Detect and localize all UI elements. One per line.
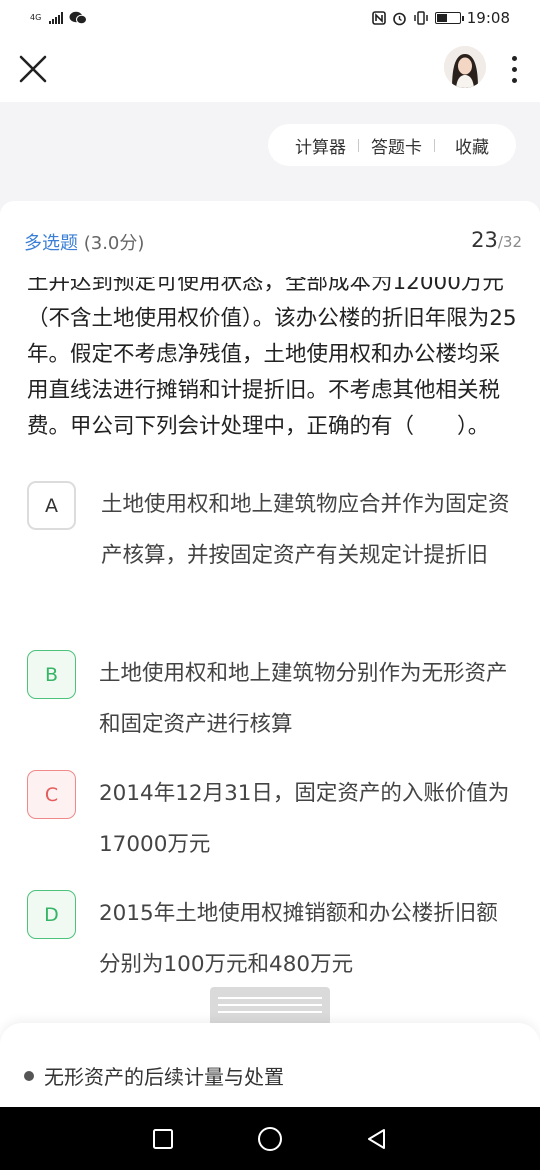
network-type: 4G — [30, 13, 42, 22]
question-type: 多选题 — [24, 233, 78, 254]
avatar[interactable] — [444, 46, 486, 88]
question-stem-text: 土并达到预定可使用状态，全部成本为12000万元（不含土地使用权价值）。该办公楼… — [27, 277, 517, 439]
avatar-image — [444, 46, 486, 88]
signal-icon — [49, 12, 64, 24]
knowledge-point-sheet[interactable]: 无形资产的后续计量与处置 — [0, 1023, 540, 1107]
question-progress: 23/32 — [471, 228, 522, 252]
more-options-button[interactable] — [500, 50, 528, 88]
question-score: (3.0分) — [83, 233, 145, 254]
status-left: 4G — [30, 11, 88, 25]
home-button[interactable] — [250, 1119, 290, 1159]
toolbar: 计算器 答题卡 收藏 — [268, 124, 516, 166]
question-card: 多选题 (3.0分) 23/32 土并达到预定可使用状态，全部成本为12000万… — [0, 201, 540, 1051]
favorite-button[interactable]: 收藏 — [435, 133, 501, 158]
current-question-number: 23 — [471, 228, 498, 252]
wechat-icon — [69, 11, 88, 25]
battery-icon — [434, 12, 464, 24]
option-letter: B — [27, 650, 76, 699]
navigation-bar — [0, 1107, 540, 1170]
option-letter: A — [27, 481, 76, 530]
back-button[interactable] — [357, 1119, 397, 1159]
status-right: 19:08 — [371, 9, 510, 27]
status-bar: 4G 19:08 — [0, 0, 540, 36]
question-meta: 多选题 (3.0分) — [24, 229, 144, 255]
back-triangle-icon — [367, 1128, 385, 1149]
drag-handle[interactable] — [210, 987, 330, 1023]
option-text: 土地使用权和地上建筑物分别作为无形资产和固定资产进行核算 — [99, 661, 508, 737]
knowledge-point-label: 无形资产的后续计量与处置 — [44, 1065, 284, 1089]
option-letter: D — [27, 890, 76, 939]
option-text: 土地使用权和地上建筑物应合并作为固定资产核算，并按固定资产有关规定计提折旧 — [101, 492, 510, 568]
option-letter: C — [27, 770, 76, 819]
answer-card-button[interactable]: 答题卡 — [359, 133, 434, 158]
nfc-icon — [371, 11, 386, 25]
knowledge-point: 无形资产的后续计量与处置 — [24, 1061, 284, 1090]
clock: 19:08 — [466, 9, 510, 27]
option-text: 2015年土地使用权摊销额和办公楼折旧额分别为100万元和480万元 — [99, 901, 498, 977]
total-questions: /32 — [497, 233, 522, 251]
close-button[interactable] — [14, 50, 52, 88]
calculator-button[interactable]: 计算器 — [283, 133, 358, 158]
option-text: 2014年12月31日，固定资产的入账价值为17000万元 — [99, 781, 510, 857]
recent-apps-button[interactable] — [143, 1119, 183, 1159]
top-header — [0, 36, 540, 102]
alarm-icon — [392, 12, 406, 25]
circle-icon — [257, 1126, 282, 1151]
question-stem: 土并达到预定可使用状态，全部成本为12000万元（不含土地使用权价值）。该办公楼… — [27, 277, 517, 473]
bullet-icon — [24, 1070, 34, 1081]
vibrate-icon — [414, 11, 428, 25]
close-icon — [19, 55, 47, 83]
square-icon — [153, 1128, 174, 1149]
